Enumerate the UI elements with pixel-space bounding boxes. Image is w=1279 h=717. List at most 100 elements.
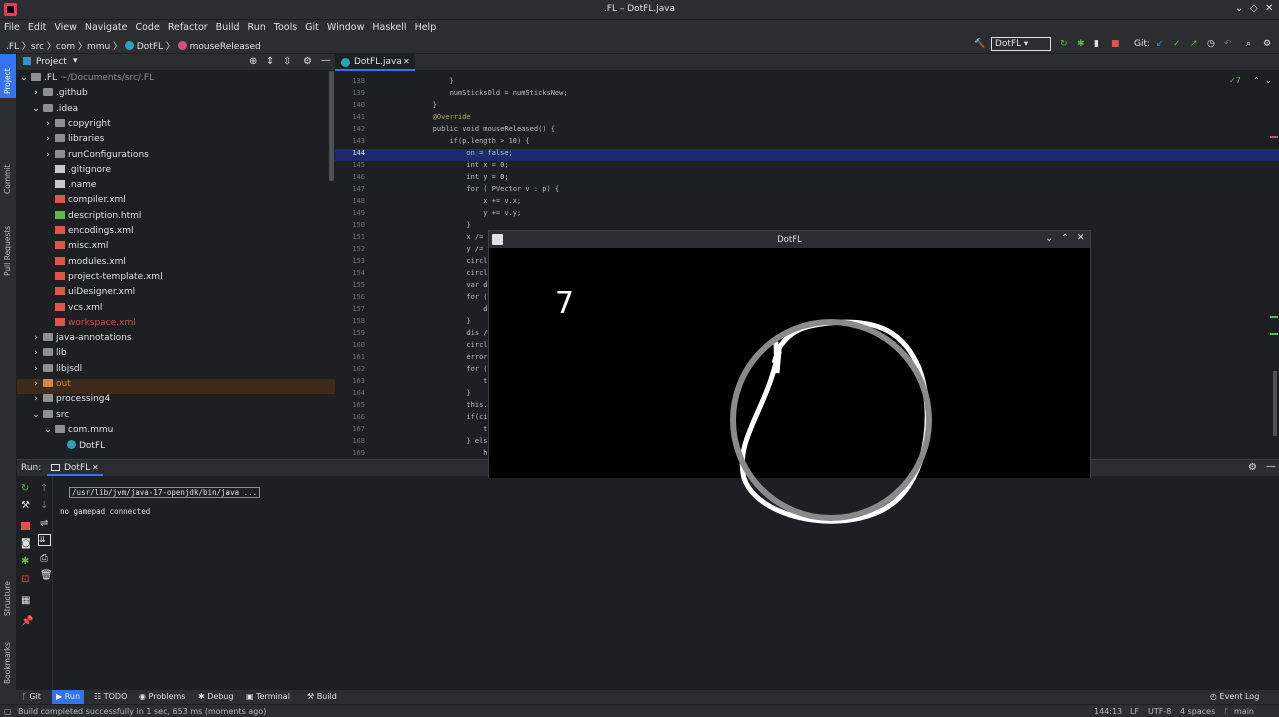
layout-icon[interactable]: ▦ bbox=[21, 595, 30, 606]
hide-panel-icon[interactable]: — bbox=[1266, 461, 1276, 472]
tree-item[interactable]: uiDesigner.xml bbox=[17, 287, 335, 302]
tree-item[interactable]: ⌄ src bbox=[17, 409, 335, 425]
tool-tab-git[interactable]: ᚴ Git bbox=[22, 692, 41, 701]
event-log-button[interactable]: ◴ Event Log bbox=[1210, 692, 1259, 701]
git-commit-icon[interactable]: ✓ bbox=[1173, 39, 1181, 49]
tree-item[interactable]: ⌄ .idea bbox=[17, 103, 335, 119]
build-hammer-icon[interactable]: 🔨 bbox=[974, 39, 985, 49]
chevron-right-icon[interactable]: › bbox=[29, 333, 43, 343]
minimize-icon[interactable]: ⌄ bbox=[1235, 3, 1243, 14]
tree-item[interactable]: modules.xml bbox=[17, 256, 335, 272]
tab-project[interactable]: Project bbox=[3, 68, 12, 94]
tree-item[interactable]: › out bbox=[17, 379, 335, 395]
status-message[interactable]: Build completed successfully in 1 sec, 6… bbox=[18, 707, 266, 716]
tree-item[interactable]: workspace.xml bbox=[17, 317, 335, 333]
tree-scrollbar[interactable] bbox=[329, 71, 334, 181]
chevron-right-icon[interactable]: › bbox=[29, 364, 43, 374]
hide-panel-icon[interactable]: — bbox=[321, 55, 331, 66]
tree-item[interactable]: vcs.xml bbox=[17, 302, 335, 318]
tree-root[interactable]: ⌄ .FL ~/Documents/src/.FL bbox=[17, 73, 335, 88]
chevron-down-icon[interactable]: ⌄ bbox=[29, 410, 43, 420]
menu-navigate[interactable]: Navigate bbox=[81, 20, 132, 33]
menu-view[interactable]: View bbox=[50, 20, 81, 33]
dotfl-app-window[interactable]: DotFL ⌄ ⌃ ✕ 7 bbox=[488, 230, 1091, 524]
console-command-line[interactable]: /usr/lib/jvm/java-17-openjdk/bin/java ..… bbox=[69, 487, 261, 498]
chevron-right-icon[interactable]: › bbox=[29, 88, 43, 98]
status-toggle-icon[interactable]: ▢ bbox=[4, 707, 12, 716]
run-tab[interactable]: DotFL ✕ bbox=[47, 460, 103, 476]
git-push-icon[interactable]: ↗ bbox=[1190, 39, 1198, 49]
chevron-right-icon[interactable]: › bbox=[41, 150, 55, 160]
file-encoding[interactable]: UTF-8 bbox=[1148, 707, 1171, 716]
chevron-up-icon[interactable]: ⌃ bbox=[1253, 76, 1260, 85]
tree-item[interactable]: › java-annotations bbox=[17, 333, 335, 348]
history-icon[interactable]: ◷ bbox=[1207, 39, 1215, 49]
debug-bug-icon[interactable]: ✱ bbox=[1077, 39, 1085, 49]
tree-item[interactable]: .gitignore bbox=[17, 164, 335, 180]
search-everywhere-icon[interactable]: ⌕ bbox=[1246, 39, 1251, 49]
debug-bug-icon[interactable]: ✱ bbox=[21, 556, 30, 567]
tree-item[interactable]: DotFL bbox=[17, 440, 335, 455]
expand-all-icon[interactable]: ⇕ bbox=[266, 56, 274, 67]
menu-run[interactable]: Run bbox=[244, 20, 270, 33]
tree-item[interactable]: compiler.xml bbox=[17, 195, 335, 210]
close-icon[interactable]: ✕ bbox=[1265, 3, 1273, 14]
tree-item[interactable]: encodings.xml bbox=[17, 226, 335, 241]
chevron-right-icon[interactable]: › bbox=[41, 119, 55, 129]
tree-item[interactable]: misc.xml bbox=[17, 241, 335, 256]
locate-file-icon[interactable]: ⊕ bbox=[249, 56, 257, 67]
tool-tab-terminal[interactable]: ▣ Terminal bbox=[246, 692, 290, 701]
caret-position[interactable]: 144:13 bbox=[1094, 707, 1122, 716]
close-tab-icon[interactable]: ✕ bbox=[92, 463, 99, 472]
pin-icon[interactable]: 📌 bbox=[21, 616, 33, 627]
menu-edit[interactable]: Edit bbox=[24, 20, 50, 33]
tool-tab-build[interactable]: ⚒ Build bbox=[307, 692, 337, 701]
tool-tab-run[interactable]: ▶ Run bbox=[52, 690, 85, 704]
chevron-down-icon[interactable]: ⌄ bbox=[29, 104, 43, 114]
chevron-down-icon[interactable]: ▾ bbox=[73, 56, 78, 66]
camera-icon[interactable]: ◙ bbox=[21, 538, 31, 549]
chevron-right-icon[interactable]: › bbox=[29, 348, 43, 358]
menu-refactor[interactable]: Refactor bbox=[164, 20, 212, 33]
tool-tab-todo[interactable]: ☷ TODO bbox=[94, 692, 127, 701]
chevron-right-icon[interactable]: › bbox=[41, 134, 55, 144]
breadcrumb-method[interactable]: mouseReleased bbox=[190, 42, 261, 52]
app-window-titlebar[interactable]: DotFL ⌄ ⌃ ✕ bbox=[489, 231, 1090, 248]
tree-item[interactable]: › processing4 bbox=[17, 394, 335, 409]
chevron-right-icon[interactable]: › bbox=[29, 394, 43, 404]
menu-build[interactable]: Build bbox=[212, 20, 244, 33]
menu-help[interactable]: Help bbox=[411, 20, 441, 33]
line-separator[interactable]: LF bbox=[1130, 707, 1139, 716]
sketch-canvas[interactable]: 7 bbox=[489, 248, 1090, 524]
chevron-right-icon[interactable]: › bbox=[29, 379, 43, 389]
menu-haskell[interactable]: Haskell bbox=[368, 20, 410, 33]
git-update-icon[interactable]: ↙ bbox=[1156, 39, 1164, 49]
stop-icon[interactable] bbox=[21, 522, 30, 530]
tab-commit[interactable]: Commit bbox=[3, 165, 12, 194]
close-icon[interactable]: ✕ bbox=[1077, 233, 1085, 243]
scroll-to-end-icon[interactable]: ⇊ bbox=[38, 534, 51, 546]
chevron-down-icon[interactable]: ⌄ bbox=[41, 425, 55, 435]
indent-setting[interactable]: 4 spaces bbox=[1180, 707, 1215, 716]
menu-window[interactable]: Window bbox=[323, 20, 368, 33]
tree-item[interactable]: › libraries bbox=[17, 134, 335, 149]
close-tab-icon[interactable]: ✕ bbox=[403, 57, 410, 66]
breadcrumb-class[interactable]: DotFL 〉 bbox=[137, 42, 175, 52]
editor-tab-active[interactable]: DotFL.java ✕ bbox=[335, 54, 415, 71]
settings-gear-icon[interactable]: ⚙ bbox=[1248, 462, 1257, 473]
tree-item[interactable]: description.html bbox=[17, 210, 335, 226]
tree-item[interactable]: › lib bbox=[17, 348, 335, 363]
collapse-all-icon[interactable]: ⇳ bbox=[283, 56, 291, 67]
rollback-icon[interactable]: ↶ bbox=[1224, 39, 1232, 49]
git-branch[interactable]: main bbox=[1234, 707, 1254, 716]
tree-item[interactable]: project-template.xml bbox=[17, 271, 335, 287]
project-header-label[interactable]: Project bbox=[36, 57, 67, 67]
tab-structure[interactable]: Structure bbox=[3, 581, 12, 616]
rerun-icon[interactable]: ↻ bbox=[1060, 39, 1068, 49]
tree-item[interactable]: .name bbox=[17, 180, 335, 195]
inspection-status[interactable]: ✓7 bbox=[1229, 76, 1241, 85]
print-icon[interactable]: ⎙ bbox=[40, 553, 49, 564]
minimize-icon[interactable]: ⌄ bbox=[1045, 233, 1053, 244]
settings-gear-icon[interactable]: ⚙ bbox=[1263, 39, 1271, 49]
tree-item[interactable]: ⌄ com.mmu bbox=[17, 424, 335, 440]
